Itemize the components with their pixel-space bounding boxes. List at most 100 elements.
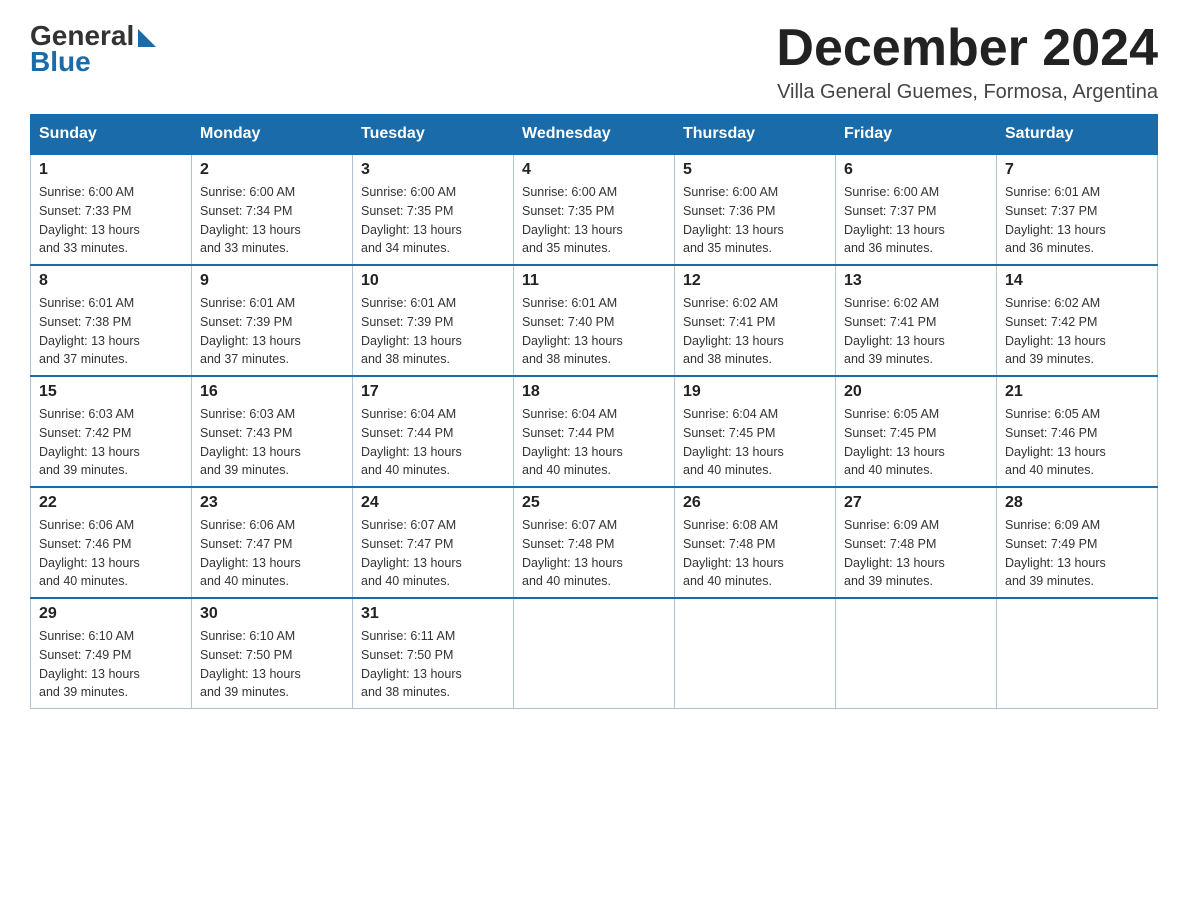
day-info: Sunrise: 6:05 AMSunset: 7:45 PMDaylight:… (844, 405, 988, 480)
calendar-cell (836, 598, 997, 709)
calendar-cell: 3 Sunrise: 6:00 AMSunset: 7:35 PMDaylight… (353, 154, 514, 265)
calendar-cell: 14Sunrise: 6:02 AMSunset: 7:42 PMDayligh… (997, 265, 1158, 376)
calendar-cell: 31Sunrise: 6:11 AMSunset: 7:50 PMDayligh… (353, 598, 514, 709)
day-info: Sunrise: 6:01 AMSunset: 7:38 PMDaylight:… (39, 294, 183, 369)
calendar-cell: 18 Sunrise: 6:04 AMSunset: 7:44 PMDayligh… (514, 376, 675, 487)
day-info: Sunrise: 6:02 AMSunset: 7:41 PMDaylight:… (683, 294, 827, 369)
day-info: Sunrise: 6:07 AMSunset: 7:47 PMDaylight:… (361, 516, 505, 591)
calendar-week-row: 15Sunrise: 6:03 AMSunset: 7:42 PMDayligh… (31, 376, 1158, 487)
calendar-header-friday: Friday (836, 115, 997, 155)
calendar-week-row: 22Sunrise: 6:06 AMSunset: 7:46 PMDayligh… (31, 487, 1158, 598)
calendar-header-tuesday: Tuesday (353, 115, 514, 155)
calendar-cell: 7 Sunrise: 6:01 AMSunset: 7:37 PMDaylight… (997, 154, 1158, 265)
day-info: Sunrise: 6:03 AMSunset: 7:43 PMDaylight:… (200, 405, 344, 480)
day-info: Sunrise: 6:08 AMSunset: 7:48 PMDaylight:… (683, 516, 827, 591)
day-number: 18 (522, 383, 666, 401)
calendar-cell: 6 Sunrise: 6:00 AMSunset: 7:37 PMDaylight… (836, 154, 997, 265)
day-info: Sunrise: 6:04 AMSunset: 7:44 PMDaylight:… (361, 405, 505, 480)
day-number: 19 (683, 383, 827, 401)
day-number: 7 (1005, 161, 1149, 179)
calendar-cell: 20 Sunrise: 6:05 AMSunset: 7:45 PMDayligh… (836, 376, 997, 487)
day-number: 2 (200, 161, 344, 179)
calendar-header-thursday: Thursday (675, 115, 836, 155)
logo: General Blue (30, 20, 156, 78)
day-info: Sunrise: 6:07 AMSunset: 7:48 PMDaylight:… (522, 516, 666, 591)
day-number: 23 (200, 494, 344, 512)
calendar-header-wednesday: Wednesday (514, 115, 675, 155)
calendar-cell: 24 Sunrise: 6:07 AMSunset: 7:47 PMDayligh… (353, 487, 514, 598)
day-info: Sunrise: 6:00 AMSunset: 7:34 PMDaylight:… (200, 183, 344, 258)
location-subtitle: Villa General Guemes, Formosa, Argentina (776, 81, 1158, 104)
calendar-header-monday: Monday (192, 115, 353, 155)
calendar-cell: 25 Sunrise: 6:07 AMSunset: 7:48 PMDayligh… (514, 487, 675, 598)
calendar-cell: 16Sunrise: 6:03 AMSunset: 7:43 PMDayligh… (192, 376, 353, 487)
calendar-cell: 26Sunrise: 6:08 AMSunset: 7:48 PMDayligh… (675, 487, 836, 598)
day-info: Sunrise: 6:09 AMSunset: 7:49 PMDaylight:… (1005, 516, 1149, 591)
day-info: Sunrise: 6:05 AMSunset: 7:46 PMDaylight:… (1005, 405, 1149, 480)
calendar-cell: 10 Sunrise: 6:01 AMSunset: 7:39 PMDayligh… (353, 265, 514, 376)
logo-blue-text: Blue (30, 46, 91, 78)
calendar-cell: 30 Sunrise: 6:10 AMSunset: 7:50 PMDayligh… (192, 598, 353, 709)
day-number: 29 (39, 605, 183, 623)
day-number: 14 (1005, 272, 1149, 290)
day-info: Sunrise: 6:00 AMSunset: 7:37 PMDaylight:… (844, 183, 988, 258)
calendar-header-row: SundayMondayTuesdayWednesdayThursdayFrid… (31, 115, 1158, 155)
calendar-cell (997, 598, 1158, 709)
day-info: Sunrise: 6:11 AMSunset: 7:50 PMDaylight:… (361, 627, 505, 702)
calendar-cell: 28 Sunrise: 6:09 AMSunset: 7:49 PMDayligh… (997, 487, 1158, 598)
day-number: 21 (1005, 383, 1149, 401)
day-number: 12 (683, 272, 827, 290)
day-info: Sunrise: 6:09 AMSunset: 7:48 PMDaylight:… (844, 516, 988, 591)
title-section: December 2024 Villa General Guemes, Form… (776, 20, 1158, 104)
day-number: 8 (39, 272, 183, 290)
calendar-header-sunday: Sunday (31, 115, 192, 155)
day-number: 10 (361, 272, 505, 290)
day-info: Sunrise: 6:00 AMSunset: 7:36 PMDaylight:… (683, 183, 827, 258)
calendar-cell: 21 Sunrise: 6:05 AMSunset: 7:46 PMDayligh… (997, 376, 1158, 487)
calendar-cell (514, 598, 675, 709)
day-info: Sunrise: 6:00 AMSunset: 7:33 PMDaylight:… (39, 183, 183, 258)
calendar-cell: 12 Sunrise: 6:02 AMSunset: 7:41 PMDayligh… (675, 265, 836, 376)
calendar-cell: 22Sunrise: 6:06 AMSunset: 7:46 PMDayligh… (31, 487, 192, 598)
calendar-cell: 23 Sunrise: 6:06 AMSunset: 7:47 PMDayligh… (192, 487, 353, 598)
day-info: Sunrise: 6:01 AMSunset: 7:37 PMDaylight:… (1005, 183, 1149, 258)
day-number: 13 (844, 272, 988, 290)
calendar-week-row: 29 Sunrise: 6:10 AMSunset: 7:49 PMDayligh… (31, 598, 1158, 709)
calendar-cell: 19 Sunrise: 6:04 AMSunset: 7:45 PMDayligh… (675, 376, 836, 487)
day-info: Sunrise: 6:10 AMSunset: 7:49 PMDaylight:… (39, 627, 183, 702)
day-info: Sunrise: 6:10 AMSunset: 7:50 PMDaylight:… (200, 627, 344, 702)
day-number: 28 (1005, 494, 1149, 512)
calendar-cell: 5 Sunrise: 6:00 AMSunset: 7:36 PMDaylight… (675, 154, 836, 265)
day-number: 27 (844, 494, 988, 512)
calendar-cell: 17 Sunrise: 6:04 AMSunset: 7:44 PMDayligh… (353, 376, 514, 487)
calendar-cell: 8 Sunrise: 6:01 AMSunset: 7:38 PMDaylight… (31, 265, 192, 376)
day-number: 3 (361, 161, 505, 179)
calendar-cell: 1Sunrise: 6:00 AMSunset: 7:33 PMDaylight… (31, 154, 192, 265)
day-info: Sunrise: 6:04 AMSunset: 7:44 PMDaylight:… (522, 405, 666, 480)
calendar-cell: 13 Sunrise: 6:02 AMSunset: 7:41 PMDayligh… (836, 265, 997, 376)
logo-triangle-icon (138, 29, 156, 47)
day-number: 25 (522, 494, 666, 512)
page-header: General Blue December 2024 Villa General… (30, 20, 1158, 104)
day-info: Sunrise: 6:02 AMSunset: 7:41 PMDaylight:… (844, 294, 988, 369)
day-info: Sunrise: 6:01 AMSunset: 7:40 PMDaylight:… (522, 294, 666, 369)
day-number: 20 (844, 383, 988, 401)
day-info: Sunrise: 6:06 AMSunset: 7:46 PMDaylight:… (39, 516, 183, 591)
day-info: Sunrise: 6:00 AMSunset: 7:35 PMDaylight:… (361, 183, 505, 258)
day-number: 17 (361, 383, 505, 401)
day-number: 30 (200, 605, 344, 623)
day-number: 24 (361, 494, 505, 512)
calendar-cell: 29 Sunrise: 6:10 AMSunset: 7:49 PMDayligh… (31, 598, 192, 709)
day-info: Sunrise: 6:00 AMSunset: 7:35 PMDaylight:… (522, 183, 666, 258)
day-number: 4 (522, 161, 666, 179)
day-info: Sunrise: 6:04 AMSunset: 7:45 PMDaylight:… (683, 405, 827, 480)
day-info: Sunrise: 6:06 AMSunset: 7:47 PMDaylight:… (200, 516, 344, 591)
day-info: Sunrise: 6:01 AMSunset: 7:39 PMDaylight:… (361, 294, 505, 369)
calendar-cell (675, 598, 836, 709)
calendar-header-saturday: Saturday (997, 115, 1158, 155)
day-number: 6 (844, 161, 988, 179)
calendar-table: SundayMondayTuesdayWednesdayThursdayFrid… (30, 114, 1158, 709)
day-number: 5 (683, 161, 827, 179)
calendar-week-row: 1Sunrise: 6:00 AMSunset: 7:33 PMDaylight… (31, 154, 1158, 265)
calendar-cell: 4 Sunrise: 6:00 AMSunset: 7:35 PMDaylight… (514, 154, 675, 265)
